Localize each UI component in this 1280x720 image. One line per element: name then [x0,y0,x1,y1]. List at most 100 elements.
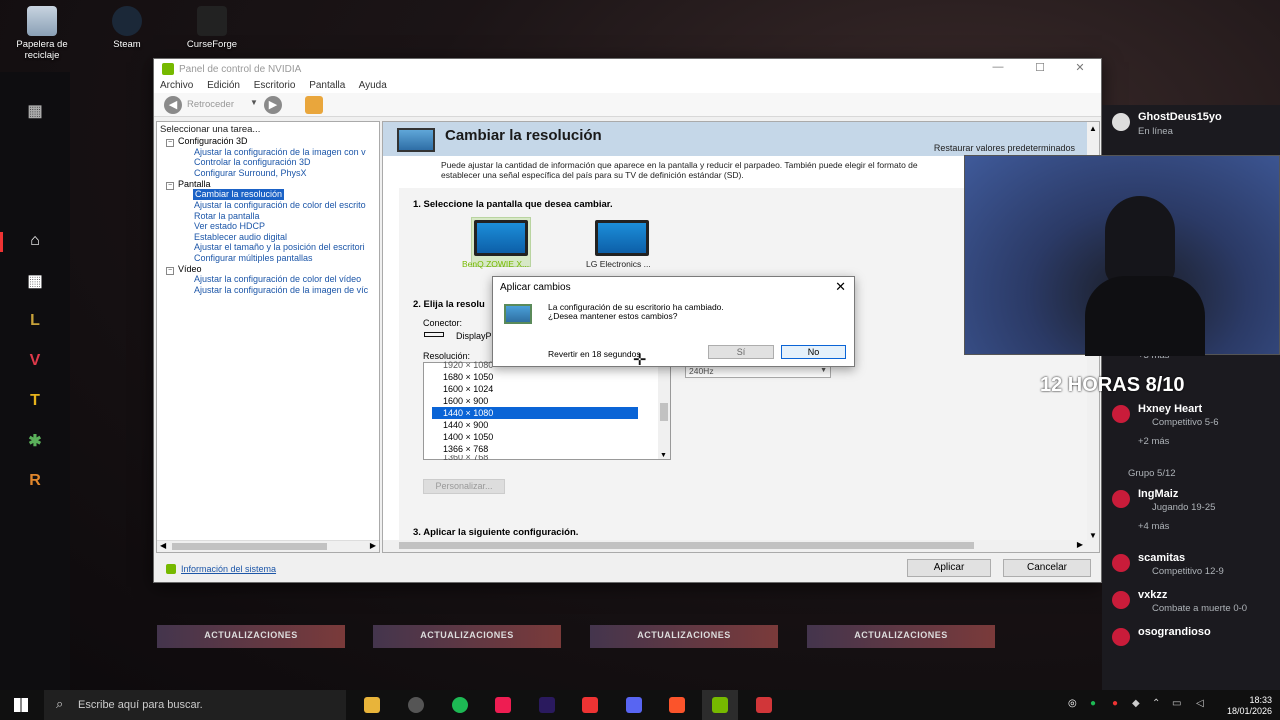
premiere-icon[interactable] [539,697,555,713]
desktop-icon-steam[interactable]: Steam [92,6,162,50]
resolution-item[interactable]: 1360 × 768 [432,455,638,460]
back-dropdown-icon[interactable]: ▼ [250,98,258,107]
avatar [1112,490,1130,508]
scrollbar-thumb[interactable] [172,543,327,550]
tft-icon[interactable]: T [24,390,46,412]
collapse-icon[interactable]: − [166,267,174,275]
menu-escritorio[interactable]: Escritorio [254,80,296,91]
task-pane: Seleccionar una tarea... − Configuración … [156,121,380,553]
update-banner[interactable]: ACTUALIZACIONES [373,625,561,648]
update-banner[interactable]: ACTUALIZACIONES [590,625,778,648]
tiktok-icon[interactable] [495,697,511,713]
update-banner[interactable]: ACTUALIZACIONES [157,625,345,648]
back-label[interactable]: Retroceder [187,99,234,110]
tray-chevron-icon[interactable]: ⌃ [1152,698,1160,709]
dialog-no-button[interactable]: No [781,345,846,359]
windows-start-icon[interactable] [14,698,28,712]
menu-edicion[interactable]: Edición [207,80,240,91]
media-player-icon[interactable] [582,697,598,713]
cancel-button[interactable]: Cancelar [1003,559,1091,577]
spotify-icon[interactable] [452,697,468,713]
tree-link-video-color[interactable]: Ajustar la configuración de color del ví… [194,274,361,285]
wild-rift-icon[interactable]: ✱ [24,430,46,452]
maximize-button[interactable]: ☐ [1025,61,1055,77]
scroll-left-icon[interactable]: ◀ [160,541,166,550]
scroll-up-icon[interactable]: ▲ [1089,124,1097,133]
riot-logo-icon[interactable]: ▦ [24,100,46,122]
scroll-right-icon[interactable]: ▶ [1077,540,1083,549]
resolution-item[interactable]: 1440 × 900 [432,419,638,431]
scrollbar-thumb[interactable] [399,542,974,549]
riot-client-icon[interactable] [756,697,772,713]
scroll-down-icon[interactable]: ▼ [1089,531,1097,540]
collapse-icon[interactable]: − [166,182,174,190]
task-pane-hscrollbar[interactable]: ◀ ▶ [157,540,379,552]
more-count[interactable]: +2 más [1138,436,1169,447]
network-icon[interactable]: ▭ [1172,698,1181,709]
steam-taskbar-icon[interactable] [408,697,424,713]
system-info-link[interactable]: Información del sistema [181,564,276,574]
tree-link-desktop-color[interactable]: Ajustar la configuración de color del es… [194,200,366,211]
home-icon[interactable] [305,96,323,114]
tree-link-surround-physx[interactable]: Configurar Surround, PhysX [194,168,307,179]
dialog-close-icon[interactable]: ✕ [835,279,846,295]
tree-link-change-resolution[interactable]: Cambiar la resolución [193,189,285,200]
taskbar-clock[interactable]: 18:33 18/01/2026 [1227,695,1272,717]
tree-link-video-image[interactable]: Ajustar la configuración de la imagen de… [194,285,368,296]
tree-category-label: Pantalla [178,179,211,189]
back-arrow-icon[interactable]: ◀ [164,96,182,114]
apply-button[interactable]: Aplicar [907,559,991,577]
library-icon[interactable]: ▦ [24,270,46,292]
close-button[interactable]: ✕ [1065,61,1095,77]
volume-icon[interactable]: ◁ [1196,698,1204,709]
scroll-down-icon[interactable]: ▼ [660,452,667,459]
tree-category-3d[interactable]: − Configuración 3D [166,136,248,147]
resolution-list[interactable]: 1920 × 1080 1680 × 1050 1600 × 1024 1600… [423,360,671,460]
taskbar-search[interactable]: ⌕ Escribe aquí para buscar. [44,690,346,720]
customize-button[interactable]: Personalizar... [423,479,505,494]
resolution-item[interactable]: 1680 × 1050 [432,371,638,383]
menu-ayuda[interactable]: Ayuda [359,80,387,91]
resolution-item[interactable]: 1366 × 768 [432,443,638,455]
forward-arrow-icon[interactable]: ▶ [264,96,282,114]
desktop-icon-recycle-bin[interactable]: Papelera de reciclaje [7,6,77,61]
valorant-icon[interactable]: V [24,350,46,372]
tree-link-size-position[interactable]: Ajustar el tamaño y la posición del escr… [194,242,365,253]
league-icon[interactable]: L [24,310,46,332]
scroll-right-icon[interactable]: ▶ [370,541,376,550]
banner-label: ACTUALIZACIONES [420,630,514,640]
menu-archivo[interactable]: Archivo [160,80,193,91]
file-explorer-icon[interactable] [364,697,380,713]
tree-link-3d-manage[interactable]: Controlar la configuración 3D [194,157,311,168]
brave-icon[interactable] [669,697,685,713]
resolution-scrollbar[interactable]: ▲ ▼ [658,362,670,459]
main-hscrollbar[interactable]: ▶ [383,540,1099,552]
more-count[interactable]: +4 más [1138,521,1169,532]
restore-defaults-link[interactable]: Restaurar valores predeterminados [934,143,1075,153]
runeterra-icon[interactable]: R [24,470,46,492]
tree-link-multiple-displays[interactable]: Configurar múltiples pantallas [194,253,313,264]
tray-app-icon[interactable]: ◆ [1132,698,1140,709]
menu-pantalla[interactable]: Pantalla [309,80,345,91]
desktop-icon-curseforge[interactable]: CurseForge [177,6,247,50]
resolution-item[interactable]: 1600 × 900 [432,395,638,407]
tray-spotify-icon[interactable]: ● [1090,698,1096,709]
monitor-icon[interactable] [595,220,649,256]
resolution-item-selected[interactable]: 1440 × 1080 [432,407,638,419]
dialog-yes-button[interactable]: Sí [708,345,774,359]
resolution-item[interactable]: 1400 × 1050 [432,431,638,443]
tray-controller-icon[interactable]: ◎ [1068,698,1077,709]
scrollbar-thumb[interactable] [660,403,668,421]
tray-record-icon[interactable]: ● [1112,698,1118,709]
nvidia-taskbar-icon [712,697,728,713]
title-bar[interactable]: Panel de control de NVIDIA — ☐ ✕ [154,59,1101,79]
resolution-item[interactable]: 1600 × 1024 [432,383,638,395]
friend-name: Hxney Heart [1138,403,1203,415]
minimize-button[interactable]: — [983,61,1013,77]
update-banner[interactable]: ACTUALIZACIONES [807,625,995,648]
collapse-icon[interactable]: − [166,139,174,147]
home-icon[interactable]: ⌂ [24,230,46,252]
discord-icon[interactable] [626,697,642,713]
display-name-lg: LG Electronics ... [586,259,651,269]
tree-link-hdcp[interactable]: Ver estado HDCP [194,221,265,232]
